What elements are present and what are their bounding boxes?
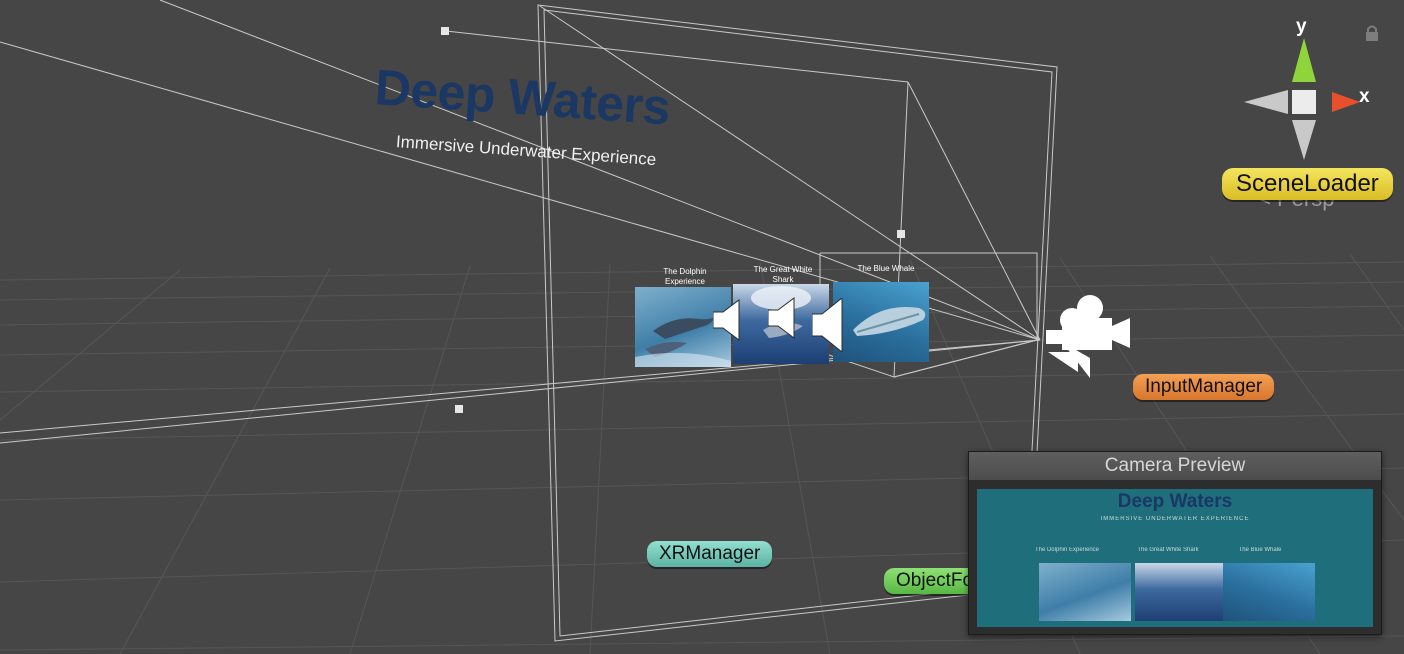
- preview-view-title: Deep Waters: [1117, 491, 1233, 512]
- scene-view[interactable]: Deep Waters Immersive Underwater Experie…: [0, 0, 1404, 654]
- preview-shark-image: [1135, 563, 1227, 621]
- input-manager-label[interactable]: InputManager: [1133, 374, 1275, 400]
- gizmo-y-label[interactable]: y: [1296, 16, 1307, 38]
- speaker-icon[interactable]: [811, 296, 848, 357]
- xr-manager-label[interactable]: XRManager: [647, 541, 773, 567]
- camera-preview-panel[interactable]: Camera Preview Deep Waters IMMERSIVE UND…: [968, 451, 1382, 635]
- preview-dolphin-image: [1039, 563, 1131, 621]
- preview-whale-image: [1223, 563, 1315, 621]
- dolphin-caption: The Dolphin Experience: [663, 267, 707, 286]
- scale-handle-top: [441, 27, 449, 35]
- preview-view-subtitle: IMMERSIVE UNDERWATER EXPERIENCE: [1100, 516, 1250, 522]
- camera-preview-title: Camera Preview: [969, 452, 1381, 480]
- lock-icon[interactable]: [1364, 24, 1380, 42]
- camera-preview-viewport: Deep Waters IMMERSIVE UNDERWATER EXPERIE…: [977, 489, 1373, 627]
- movie-camera-icon[interactable]: [1042, 292, 1134, 389]
- gizmo-y-cone-icon: [1292, 38, 1316, 82]
- preview-caption: The Dolphin Experience: [1034, 547, 1100, 553]
- whale-caption: The Blue Whale: [857, 264, 915, 273]
- preview-caption: The Blue Whale: [1238, 547, 1282, 553]
- gizmo-x-label[interactable]: x: [1359, 86, 1370, 108]
- gizmo-neg-x-cone-icon: [1244, 90, 1288, 114]
- gizmo-center-cube-icon: [1292, 90, 1316, 114]
- gizmo-neg-y-cone-icon: [1292, 120, 1316, 160]
- scale-handle-right: [897, 230, 905, 238]
- shark-caption: The Great White Shark: [753, 265, 813, 284]
- preview-caption: The Great White Shark: [1137, 547, 1199, 553]
- scene-loader-label[interactable]: SceneLoader: [1222, 168, 1393, 200]
- scale-handle-left: [455, 405, 463, 413]
- speaker-icon[interactable]: [767, 296, 800, 345]
- speaker-icon[interactable]: [712, 298, 745, 347]
- gizmo-x-cone-icon: [1332, 92, 1360, 112]
- gizmo-cones: [1244, 38, 1360, 160]
